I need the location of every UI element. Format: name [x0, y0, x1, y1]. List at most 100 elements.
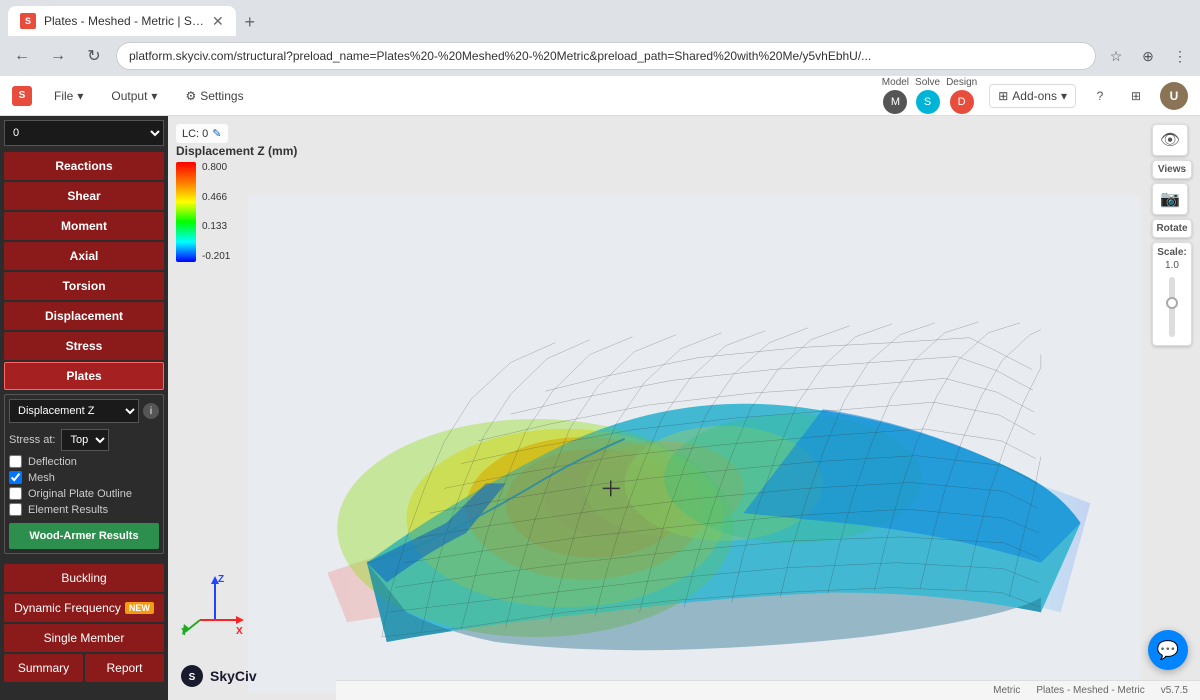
element-results-row: Element Results [9, 503, 159, 516]
wood-armer-button[interactable]: Wood-Armer Results [9, 523, 159, 549]
status-bar: Metric Plates - Meshed - Metric v5.7.5 [336, 680, 1200, 700]
app-brand: S [12, 86, 32, 106]
original-plate-label: Original Plate Outline [28, 488, 132, 500]
legend-value-4: -0.201 [202, 251, 230, 262]
lc-dropdown[interactable]: 0 [4, 120, 164, 146]
plates-button[interactable]: Plates [4, 362, 164, 390]
torsion-button[interactable]: Torsion [4, 272, 164, 300]
unit-display: Metric [993, 685, 1020, 696]
reactions-button[interactable]: Reactions [4, 152, 164, 180]
scale-label: Scale: [1157, 247, 1186, 258]
legend-value-3: 0.133 [202, 221, 230, 232]
address-bar: ← → ↻ platform.skyciv.com/structural?pre… [0, 36, 1200, 76]
buckling-button[interactable]: Buckling [4, 564, 164, 592]
solve-icon: S [916, 90, 940, 114]
legend-title: Displacement Z (mm) [176, 144, 297, 158]
lc-label: LC: 0 [182, 128, 208, 140]
summary-button[interactable]: Summary [4, 654, 83, 682]
displacement-button[interactable]: Displacement [4, 302, 164, 330]
deflection-checkbox[interactable] [9, 455, 22, 468]
solve-mode[interactable]: Solve S [915, 77, 940, 114]
new-tab-button[interactable]: + [236, 8, 264, 36]
new-badge: NEW [125, 602, 154, 614]
svg-text:X: X [236, 626, 243, 637]
scale-control: Scale: 1.0 [1152, 242, 1192, 346]
original-plate-row: Original Plate Outline [9, 487, 159, 500]
sidebar-bottom-section: Buckling Dynamic Frequency NEW Single Me… [4, 564, 164, 682]
output-menu[interactable]: Output ▾ [105, 85, 163, 107]
right-panel: 👁 Views 📷 Rotate Scale: 1.0 [1152, 124, 1192, 346]
stress-at-select[interactable]: Top [61, 429, 109, 451]
solve-label: Solve [915, 77, 940, 88]
stress-at-label: Stress at: [9, 434, 55, 446]
url-text: platform.skyciv.com/structural?preload_n… [129, 49, 871, 63]
bookmark-icon[interactable]: ☆ [1104, 44, 1128, 68]
help-button[interactable]: ? [1088, 84, 1112, 108]
mesh-row: Mesh [9, 471, 159, 484]
moment-button[interactable]: Moment [4, 212, 164, 240]
eye-button[interactable]: 👁 [1152, 124, 1188, 156]
settings-icon: ⚙ [185, 89, 196, 103]
output-menu-label: Output [111, 89, 147, 103]
mesh-label: Mesh [28, 472, 55, 484]
output-menu-arrow: ▾ [151, 89, 157, 103]
addons-label: Add-ons [1012, 89, 1057, 103]
settings-menu[interactable]: ⚙ Settings [179, 85, 249, 107]
extension-icon[interactable]: ⊕ [1136, 44, 1160, 68]
dynamic-frequency-button[interactable]: Dynamic Frequency NEW [4, 594, 164, 622]
toolbar-right: Model M Solve S Design D ⊞ Add-ons ▾ [882, 77, 1188, 114]
menu-icon[interactable]: ⋮ [1168, 44, 1192, 68]
tab-close-button[interactable]: ✕ [212, 13, 224, 30]
deflection-label: Deflection [28, 456, 77, 468]
lc-select[interactable]: 0 [4, 120, 164, 146]
legend-value-2: 0.466 [202, 192, 230, 203]
design-label: Design [946, 77, 977, 88]
file-menu-arrow: ▾ [77, 89, 83, 103]
file-menu[interactable]: File ▾ [48, 85, 89, 107]
design-icon: D [950, 90, 974, 114]
rotate-label: Rotate [1152, 219, 1192, 238]
scale-track[interactable] [1169, 277, 1175, 337]
plates-type-select[interactable]: Displacement Z [9, 399, 139, 423]
dynamic-label: Dynamic Frequency [14, 601, 121, 615]
plates-select-row: Displacement Z i [9, 399, 159, 423]
stress-button[interactable]: Stress [4, 332, 164, 360]
plates-info-icon[interactable]: i [143, 403, 159, 419]
model-mode[interactable]: Model M [882, 77, 909, 114]
scale-thumb[interactable] [1166, 297, 1178, 309]
mesh-checkbox[interactable] [9, 471, 22, 484]
single-member-button[interactable]: Single Member [4, 624, 164, 652]
original-plate-checkbox[interactable] [9, 487, 22, 500]
mode-labels: Model M Solve S Design D [882, 77, 977, 114]
grid-button[interactable]: ⊞ [1124, 84, 1148, 108]
axial-button[interactable]: Axial [4, 242, 164, 270]
report-button[interactable]: Report [85, 654, 164, 682]
axis-indicator: Z X Y [180, 570, 250, 640]
url-input[interactable]: platform.skyciv.com/structural?preload_n… [116, 42, 1096, 70]
views-label: Views [1152, 160, 1192, 179]
brand-icon: S [12, 86, 32, 106]
mesh-visualization [248, 196, 1140, 692]
addons-button[interactable]: ⊞ Add-ons ▾ [989, 84, 1076, 108]
active-tab[interactable]: S Plates - Meshed - Metric | Sky... ✕ [8, 6, 236, 36]
version-display: v5.7.5 [1161, 685, 1188, 696]
viewport[interactable]: LC: 0 ✎ Displacement Z (mm) 0.800 0.466 … [168, 116, 1200, 700]
element-results-label: Element Results [28, 504, 108, 516]
settings-menu-label: Settings [200, 89, 243, 103]
model-icon: M [883, 90, 907, 114]
lc-indicator: LC: 0 ✎ [176, 124, 228, 143]
shear-button[interactable]: Shear [4, 182, 164, 210]
lc-edit-button[interactable]: ✎ [212, 127, 221, 140]
deflection-row: Deflection [9, 455, 159, 468]
element-results-checkbox[interactable] [9, 503, 22, 516]
user-avatar[interactable]: U [1160, 82, 1188, 110]
camera-button[interactable]: 📷 [1152, 183, 1188, 215]
design-mode[interactable]: Design D [946, 77, 977, 114]
back-button[interactable]: ← [8, 42, 36, 70]
forward-button[interactable]: → [44, 42, 72, 70]
plates-section: Displacement Z i Stress at: Top Deflecti… [4, 394, 164, 554]
reload-button[interactable]: ↻ [80, 42, 108, 70]
addons-grid-icon: ⊞ [998, 89, 1008, 103]
browser-tabs: S Plates - Meshed - Metric | Sky... ✕ + [0, 0, 1200, 36]
chat-widget[interactable]: 💬 [1148, 630, 1188, 670]
